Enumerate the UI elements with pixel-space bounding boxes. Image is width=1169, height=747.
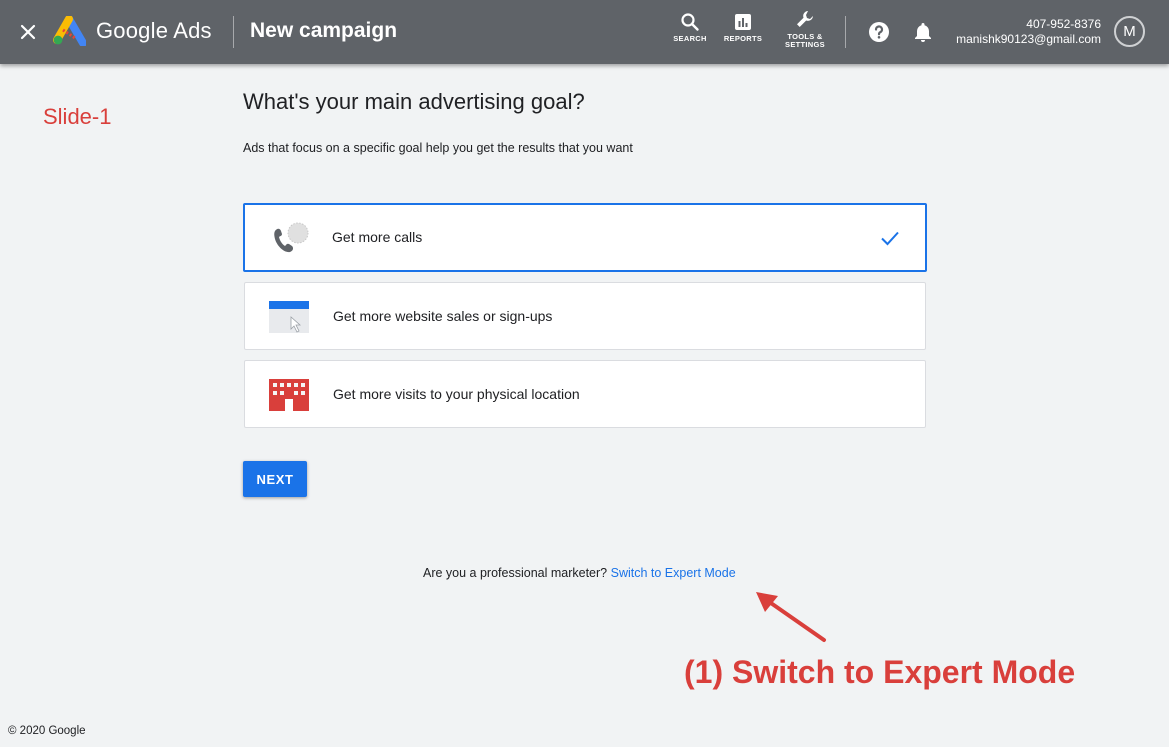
reports-button[interactable]: REPORTS xyxy=(713,12,773,43)
website-icon xyxy=(269,301,309,333)
google-ads-logo xyxy=(53,16,86,46)
page-subtitle: Ads that focus on a specific goal help y… xyxy=(243,141,633,155)
slide-label: Slide-1 xyxy=(43,104,112,129)
goal-label-website: Get more website sales or sign-ups xyxy=(333,308,553,324)
phone-call-icon xyxy=(274,222,309,253)
goal-option-location[interactable]: Get more visits to your physical locatio… xyxy=(244,360,926,428)
store-location-icon xyxy=(269,379,309,411)
account-email: manishk90123@gmail.com xyxy=(956,32,1101,46)
top-app-bar: Google Ads New campaign SEARCH REPORTS T… xyxy=(0,0,1169,64)
close-icon xyxy=(20,24,36,40)
search-icon xyxy=(681,13,699,31)
page-question: What's your main advertising goal? xyxy=(243,89,585,114)
avatar[interactable]: M xyxy=(1114,16,1145,47)
checkmark-icon xyxy=(881,231,899,246)
goal-label-location: Get more visits to your physical locatio… xyxy=(333,386,580,402)
help-button[interactable] xyxy=(867,20,891,44)
wrench-icon xyxy=(797,11,813,27)
bell-icon xyxy=(915,23,931,42)
expert-mode-prompt: Are you a professional marketer? Switch … xyxy=(423,566,736,580)
tools-settings-button[interactable]: TOOLS & SETTINGS xyxy=(775,8,835,49)
help-icon xyxy=(869,22,889,42)
account-phone: 407-952-8376 xyxy=(1026,17,1101,31)
copyright-footer: © 2020 Google xyxy=(8,725,86,737)
goal-option-calls[interactable]: Get more calls xyxy=(243,203,927,272)
brand-name: Google Ads xyxy=(96,18,212,43)
reports-label: REPORTS xyxy=(723,34,763,43)
account-info[interactable]: 407-952-8376 manishk90123@gmail.com xyxy=(956,17,1101,47)
switch-to-expert-mode-link[interactable]: Switch to Expert Mode xyxy=(611,566,736,580)
page-title: New campaign xyxy=(250,19,398,42)
search-label: SEARCH xyxy=(673,34,707,43)
close-button[interactable] xyxy=(14,18,42,46)
search-button[interactable]: SEARCH xyxy=(660,12,720,43)
notifications-button[interactable] xyxy=(911,20,935,44)
brand-divider xyxy=(233,16,234,48)
expert-prompt-text: Are you a professional marketer? xyxy=(423,566,608,580)
annotation-arrow xyxy=(756,592,826,642)
goal-label-calls: Get more calls xyxy=(332,229,423,245)
next-button[interactable]: NEXT xyxy=(243,461,307,497)
tools-label-line2: SETTINGS xyxy=(785,40,825,49)
annotation-callout: (1) Switch to Expert Mode xyxy=(684,654,1076,690)
reports-icon xyxy=(735,14,751,30)
toolbar-divider xyxy=(845,16,846,48)
goal-option-website[interactable]: Get more website sales or sign-ups xyxy=(244,282,926,350)
